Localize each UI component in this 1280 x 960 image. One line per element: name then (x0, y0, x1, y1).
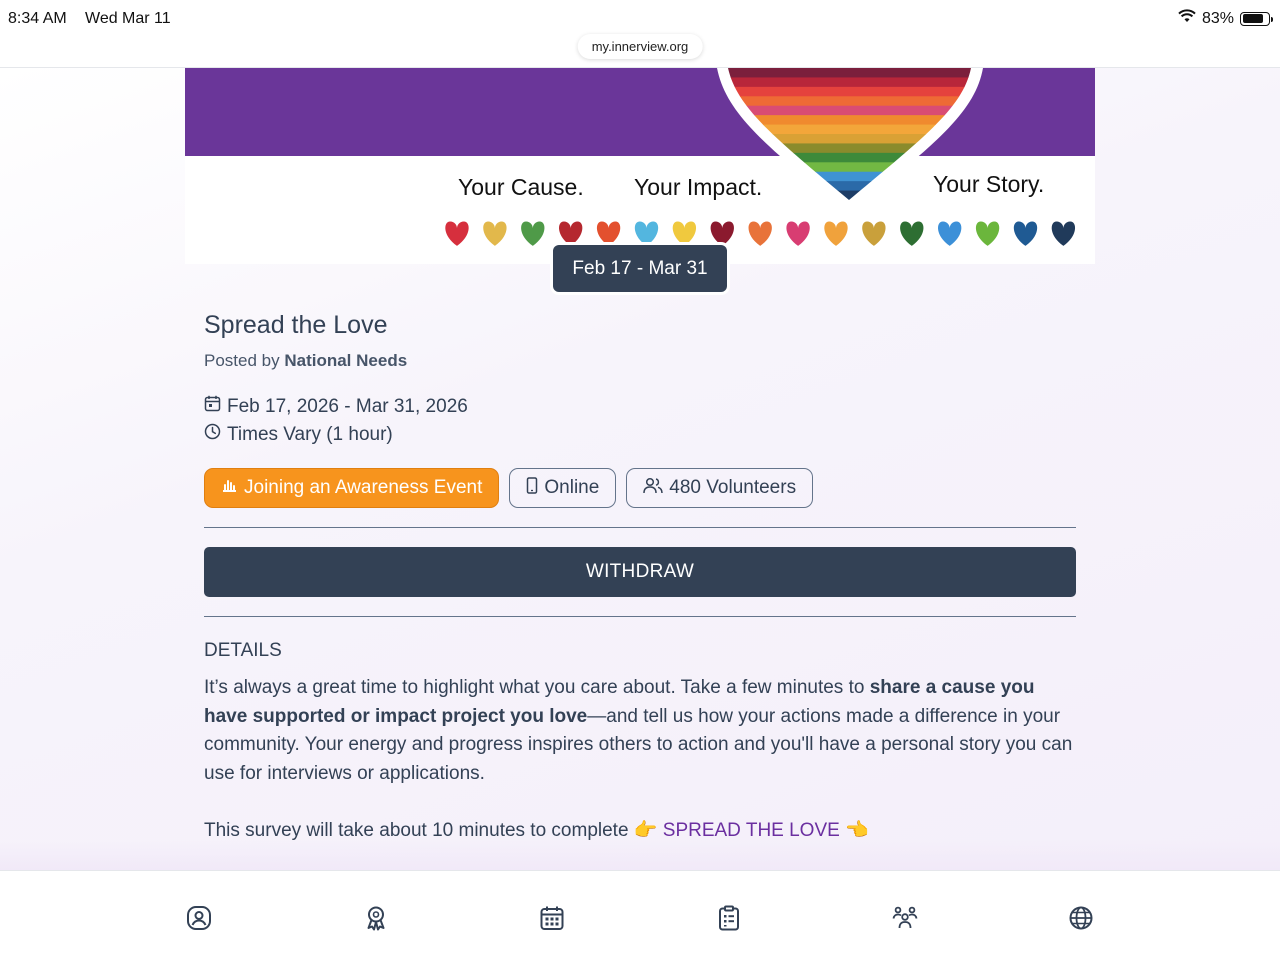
profile-icon (187, 906, 211, 930)
event-type-chip[interactable]: Joining an Awareness Event (204, 468, 500, 508)
heart-icon (445, 221, 469, 246)
banner-tagline-cause: Your Cause. (458, 174, 584, 200)
award-icon (367, 906, 385, 931)
withdraw-button[interactable]: WITHDRAW (204, 547, 1076, 597)
bottom-tab-bar (0, 870, 1280, 960)
banner-tagline-story: Your Story. (933, 171, 1044, 197)
tab-awards[interactable] (363, 905, 389, 931)
heart-icon (748, 221, 772, 246)
posted-by: Posted by National Needs (204, 351, 407, 371)
survey-text: This survey will take about 10 minutes t… (204, 820, 629, 841)
posted-by-prefix: Posted by (204, 351, 280, 370)
heart-icon (1013, 221, 1038, 246)
heart-icon (710, 221, 734, 246)
event-title: Spread the Love (204, 311, 388, 339)
rainbow-stripe (728, 77, 971, 88)
globe-icon (1069, 906, 1093, 930)
clock-icon (204, 423, 221, 446)
heart-icon (483, 221, 507, 246)
event-mode-chip[interactable]: Online (509, 468, 617, 508)
calendar-icon (540, 906, 564, 930)
heart-icon (559, 221, 583, 246)
heart-icon (672, 221, 697, 246)
heart-icon (824, 221, 848, 246)
heart-icon (975, 221, 1000, 246)
heart-icon (900, 221, 924, 246)
rainbow-stripe (728, 96, 971, 107)
heart-icon (862, 221, 886, 246)
heart-icon (1051, 221, 1076, 246)
details-heading: DETAILS (204, 640, 282, 661)
banner-tagline-impact: Your Impact. (634, 174, 762, 200)
divider (204, 616, 1076, 617)
pointing-left-icon: 👈 (845, 820, 869, 841)
heart-icon (596, 221, 621, 246)
url-bar[interactable]: my.innerview.org (577, 34, 703, 59)
group-icon (892, 906, 918, 929)
wifi-icon (1178, 9, 1196, 28)
pointing-right-icon: 👉 (633, 820, 658, 841)
awareness-hands-icon (221, 477, 238, 499)
event-dates: Feb 17, 2026 - Mar 31, 2026 (204, 395, 468, 418)
details-description: It’s always a great time to highlight wh… (204, 674, 1076, 788)
tab-community[interactable] (892, 905, 918, 931)
battery-percent: 83% (1201, 9, 1234, 27)
volunteers-label: 480 Volunteers (669, 477, 797, 498)
rainbow-stripe (728, 68, 971, 78)
event-type-label: Joining an Awareness Event (244, 477, 483, 498)
spread-the-love-link[interactable]: SPREAD THE LOVE (663, 820, 840, 841)
tab-tasks[interactable] (716, 905, 742, 931)
date-badge: Feb 17 - Mar 31 (553, 245, 727, 292)
event-tags: Joining an Awareness Event Online 480 Vo… (204, 468, 814, 508)
tab-explore[interactable] (1068, 905, 1094, 931)
status-bar: 8:34 AM Wed Mar 11 83% my.innerview.org (0, 0, 1280, 68)
rainbow-stripe (728, 105, 971, 116)
battery-icon (1240, 11, 1273, 26)
main-content: Your Cause. Your Impact. Your Story. Feb… (0, 68, 1280, 870)
event-mode-label: Online (544, 477, 600, 498)
event-time: Times Vary (1 hour) (204, 423, 393, 446)
status-indicators: 83% (1178, 9, 1273, 28)
rainbow-stripe (728, 86, 971, 97)
event-banner-image: Your Cause. Your Impact. Your Story. (185, 68, 1095, 264)
tab-calendar[interactable] (539, 905, 565, 931)
users-icon (643, 477, 664, 500)
bottom-fade (0, 840, 1280, 870)
clipboard-icon (719, 905, 739, 931)
details-text-start: It’s always a great time to highlight wh… (204, 677, 870, 698)
tab-profile[interactable] (186, 905, 212, 931)
heart-icon (938, 221, 962, 246)
event-time-text: Times Vary (1 hour) (227, 423, 393, 445)
status-time: 8:34 AM (8, 10, 67, 27)
event-date-range: Feb 17, 2026 - Mar 31, 2026 (227, 395, 468, 417)
organization-name[interactable]: National Needs (284, 351, 407, 370)
heart-icon (521, 221, 545, 246)
volunteers-chip[interactable]: 480 Volunteers (626, 468, 814, 508)
status-date: Wed Mar 11 (85, 10, 171, 27)
survey-line: This survey will take about 10 minutes t… (204, 818, 869, 842)
heart-icon (634, 221, 659, 246)
calendar-icon (204, 395, 221, 418)
phone-icon (526, 476, 538, 500)
divider (204, 527, 1076, 528)
heart-icon (786, 221, 810, 246)
